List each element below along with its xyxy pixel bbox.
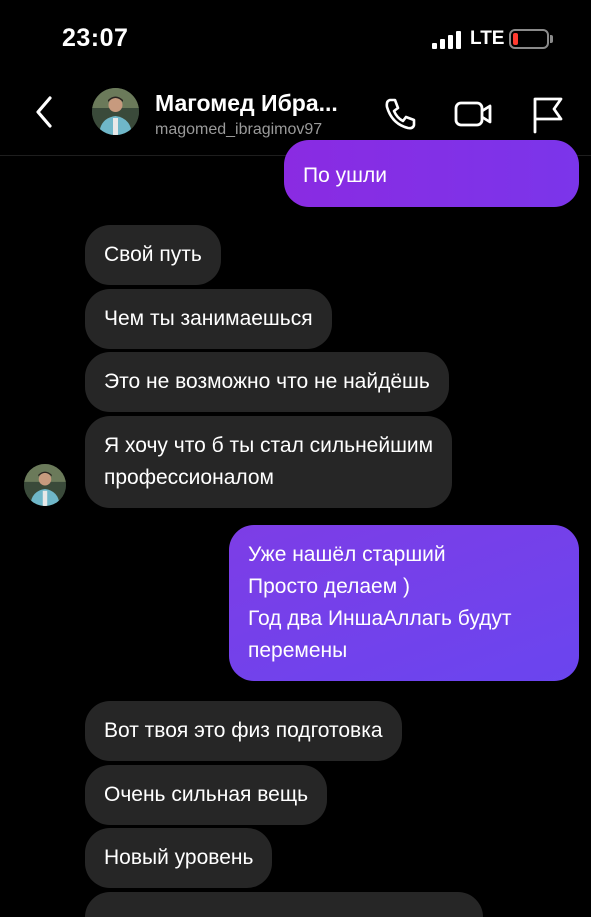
contact-name[interactable]: Магомед Ибра... <box>155 90 338 117</box>
status-bar: 23:07 LTE <box>0 0 591 76</box>
battery-icon <box>509 29 549 49</box>
battery-cap <box>550 35 553 43</box>
message-text: Новый уровень <box>104 846 254 869</box>
message-text: перемены <box>248 639 348 662</box>
message-bubble-incoming-partial[interactable] <box>85 892 483 917</box>
message-text: По ушли <box>303 164 387 187</box>
message-bubble-incoming[interactable]: Чем ты занимаешься <box>85 289 332 349</box>
message-text: Очень сильная вещь <box>104 783 309 806</box>
network-type: LTE <box>470 28 505 49</box>
message-bubble-incoming[interactable]: Очень сильная вещь <box>85 765 328 825</box>
message-bubble-outgoing[interactable]: Уже нашёл старший Просто делаем ) Год дв… <box>229 525 579 681</box>
chat-screen: 23:07 LTE Магомед Ибра... magomed_ibragi… <box>0 0 591 917</box>
message-bubble-incoming[interactable]: Я хочу что б ты стал сильнейшим професси… <box>85 416 453 508</box>
message-bubble-incoming[interactable]: Новый уровень <box>85 828 273 888</box>
message-text: Я хочу что б ты стал сильнейшим <box>104 434 434 457</box>
video-call-button[interactable] <box>453 94 493 134</box>
message-text: Год два ИншаАллагь будут <box>248 607 512 630</box>
flag-icon <box>533 97 563 134</box>
message-text: профессионалом <box>104 466 274 489</box>
contact-avatar[interactable] <box>92 88 139 135</box>
message-bubble-incoming[interactable]: Это не возможно что не найдёшь <box>85 352 449 412</box>
report-button[interactable] <box>528 94 568 134</box>
battery-level <box>513 33 518 45</box>
phone-icon <box>385 98 416 130</box>
back-chevron-icon <box>36 96 52 128</box>
contact-username[interactable]: magomed_ibragimov97 <box>155 121 322 139</box>
message-bubble-outgoing[interactable]: По ушли <box>284 140 579 207</box>
message-text: Чем ты занимаешься <box>104 307 313 330</box>
message-text: Это не возможно что не найдёшь <box>104 370 430 393</box>
signal-strength-icon <box>432 31 464 49</box>
message-text: Вот твоя это физ подготовка <box>104 719 383 742</box>
back-button[interactable] <box>28 90 68 134</box>
message-text: Свой путь <box>104 243 202 266</box>
message-text: Уже нашёл старший <box>248 543 446 566</box>
audio-call-button[interactable] <box>380 94 420 134</box>
message-text: Просто делаем ) <box>248 575 410 598</box>
video-camera-icon <box>454 101 492 127</box>
status-time: 23:07 <box>62 24 129 52</box>
message-bubble-incoming[interactable]: Вот твоя это физ подготовка <box>85 701 402 761</box>
sender-avatar[interactable] <box>24 464 66 506</box>
message-bubble-incoming[interactable]: Свой путь <box>85 225 221 285</box>
